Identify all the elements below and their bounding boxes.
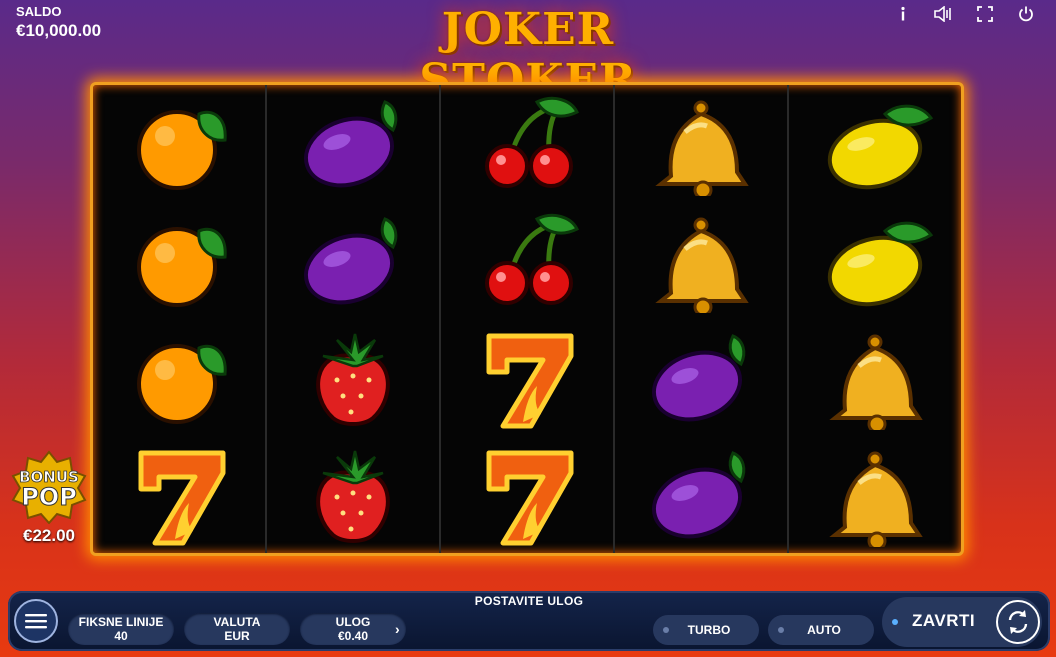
reel-4-row-3-symbol — [615, 319, 787, 436]
strawberry-icon — [316, 450, 390, 543]
orange-icon — [137, 226, 227, 307]
cherry-icon — [485, 96, 580, 188]
seven-icon — [138, 450, 226, 545]
bonus-line2: POP — [21, 483, 77, 511]
reel-5-row-4-symbol — [789, 436, 961, 553]
seven-icon — [486, 333, 574, 428]
reel-2 — [267, 85, 441, 553]
lemon-icon — [827, 221, 934, 306]
top-icons — [882, 4, 1046, 24]
reel-5-row-2-symbol — [789, 202, 961, 319]
reel-4-row-4-symbol — [615, 436, 787, 553]
reel-5-row-1-symbol — [789, 85, 961, 202]
lines-selector[interactable]: FIKSNE LINIJE 40 — [68, 613, 174, 645]
reel-3-row-3-symbol — [441, 319, 613, 436]
turbo-toggle[interactable]: TURBO — [653, 615, 759, 645]
reel-3-row-1-symbol — [441, 85, 613, 202]
sound-icon[interactable] — [923, 4, 964, 24]
plum-icon — [652, 333, 746, 421]
reel-3 — [441, 85, 615, 553]
orange-icon — [137, 343, 227, 424]
bell-icon — [829, 451, 923, 547]
bonus-value: €22.00 — [23, 526, 75, 545]
seven-icon — [486, 450, 574, 545]
bell-icon — [655, 100, 749, 196]
currency-value: EUR — [224, 629, 250, 643]
game-logo: JOKER STOKER — [419, 4, 637, 106]
bonus-pop-badge-icon: BONUS POP — [11, 450, 87, 524]
bet-label: ULOG — [335, 615, 371, 629]
power-icon[interactable] — [1005, 4, 1046, 24]
reel-2-row-1-symbol — [267, 85, 439, 202]
lines-value: 40 — [114, 629, 128, 643]
bet-value: €0.40 — [337, 629, 369, 643]
bet-selector[interactable]: ULOG €0.40 — [300, 613, 406, 645]
spin-indicator-icon — [892, 619, 898, 625]
reel-2-row-2-symbol — [267, 202, 439, 319]
spin-button[interactable]: ZAVRTI — [882, 597, 1042, 647]
balance-value: €10,000.00 — [16, 21, 102, 40]
reel-4-row-2-symbol — [615, 202, 787, 319]
reel-1-row-4-symbol — [93, 436, 265, 553]
reel-5 — [789, 85, 961, 553]
info-icon[interactable] — [882, 4, 923, 24]
currency-label: VALUTA — [213, 615, 261, 629]
balance-label: SALDO — [16, 4, 62, 19]
bell-icon — [655, 217, 749, 313]
strawberry-icon — [316, 333, 390, 426]
bonus-pop[interactable]: BONUS POP €22.00 — [4, 450, 94, 550]
reel-1 — [93, 85, 267, 553]
reel-1-row-3-symbol — [93, 319, 265, 436]
chevron-right-icon[interactable]: › — [395, 621, 400, 637]
plum-icon — [652, 450, 746, 538]
lemon-icon — [827, 104, 934, 189]
cherry-icon — [485, 213, 580, 305]
spin-refresh-icon[interactable] — [996, 600, 1040, 644]
auto-toggle[interactable]: AUTO — [768, 615, 874, 645]
reel-3-row-2-symbol — [441, 202, 613, 319]
reel-5-row-3-symbol — [789, 319, 961, 436]
turbo-label: TURBO — [687, 623, 731, 637]
reel-1-row-2-symbol — [93, 202, 265, 319]
plum-icon — [304, 99, 398, 187]
reel-3-row-4-symbol — [441, 436, 613, 553]
reel-4 — [615, 85, 789, 553]
reel-2-row-3-symbol — [267, 319, 439, 436]
currency-selector[interactable]: VALUTA EUR — [184, 613, 290, 645]
plum-icon — [304, 216, 398, 304]
reel-4-row-1-symbol — [615, 85, 787, 202]
top-bar: SALDO €10,000.00 JOKER STOKER — [0, 0, 1056, 106]
fullscreen-icon[interactable] — [964, 4, 1005, 24]
orange-icon — [137, 109, 227, 190]
control-bar: POSTAVITE ULOG FIKSNE LINIJE 40 VALUTA E… — [8, 591, 1050, 651]
spin-label: ZAVRTI — [912, 611, 976, 630]
auto-label: AUTO — [807, 623, 841, 637]
reel-1-row-1-symbol — [93, 85, 265, 202]
bell-icon — [829, 334, 923, 430]
reel-2-row-4-symbol — [267, 436, 439, 553]
hamburger-icon — [25, 614, 47, 629]
menu-button[interactable] — [14, 599, 58, 643]
lines-label: FIKSNE LINIJE — [78, 615, 164, 629]
reels-frame — [90, 82, 964, 556]
